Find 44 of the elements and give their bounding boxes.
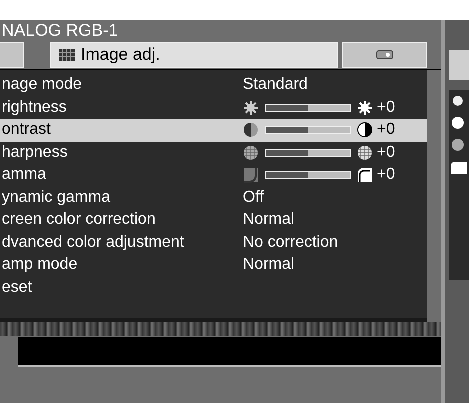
item-label: amma (1, 167, 48, 184)
gamma-curve-icon (243, 167, 259, 184)
item-label: eset (1, 280, 34, 296)
item-label: ontrast (1, 122, 52, 138)
item-value: No correction (243, 234, 338, 251)
item-value: Off (243, 190, 264, 206)
menu-item[interactable]: nage mode Standard (0, 74, 427, 96)
tab[interactable]: Image adj. (50, 42, 338, 68)
slider-reading: +0 (377, 122, 396, 138)
item-label: creen color correction (1, 212, 157, 228)
menu-item[interactable]: amp mode Normal (0, 254, 427, 276)
curve-icon (449, 160, 467, 174)
slider-track[interactable] (265, 104, 351, 112)
item-label: nage mode (1, 77, 84, 94)
dotted-circle-icon (357, 144, 373, 161)
menu-item[interactable]: harpness +0 (0, 142, 427, 164)
item-value: Normal (243, 257, 295, 274)
slider-track[interactable] (265, 148, 351, 157)
item-label: amp mode (1, 257, 79, 274)
slider-reading: +0 (377, 167, 396, 184)
item-label: dvanced color adjustment (1, 234, 186, 251)
menu-item[interactable]: amma +0 (0, 164, 427, 186)
slider-track[interactable] (265, 126, 351, 134)
item-label: ynamic gamma (1, 190, 112, 206)
menu-item[interactable]: ynamic gamma Off (0, 186, 427, 209)
item-value: Standard (243, 77, 308, 94)
gamma-curve-icon (357, 167, 373, 184)
dotted-circle-icon (243, 144, 259, 161)
item-label: harpness (1, 144, 69, 161)
slider-reading: +0 (377, 144, 396, 161)
tab[interactable] (342, 42, 427, 68)
menu-item[interactable]: ontrast +0 (0, 119, 427, 142)
circle-icon (449, 138, 467, 152)
menu-item[interactable]: rightness +0 (0, 96, 427, 119)
item-label: rightness (1, 100, 68, 116)
projector-icon (376, 50, 394, 60)
slider-track[interactable] (265, 171, 351, 180)
window-title: NALOG RGB-1 (2, 22, 118, 38)
menu-item[interactable]: dvanced color adjustment No correction (0, 232, 427, 254)
menu-item[interactable]: creen color correction Normal (0, 209, 427, 232)
item-value: Normal (243, 212, 295, 228)
slider-reading: +0 (377, 100, 396, 116)
grid-icon (59, 48, 75, 60)
menu-item[interactable]: eset (0, 276, 427, 299)
